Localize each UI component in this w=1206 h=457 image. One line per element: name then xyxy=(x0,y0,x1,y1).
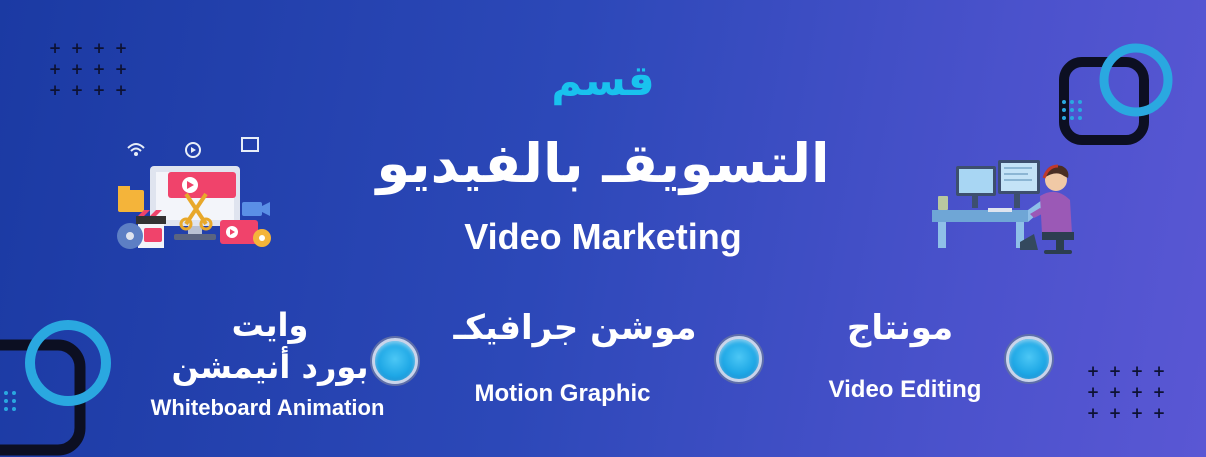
plus-icon: + xyxy=(1086,404,1100,422)
plus-icon: + xyxy=(1152,383,1166,401)
service-motion-graphic-arabic: موشن جرافيكـ xyxy=(453,308,697,348)
plus-icon: + xyxy=(1108,404,1122,422)
service-video-editing-arabic: مونتاج xyxy=(846,308,954,348)
service-video-editing-english: Video Editing xyxy=(828,376,982,403)
service-whiteboard-english: Whiteboard Animation xyxy=(150,395,385,420)
plus-icon: + xyxy=(1086,383,1100,401)
plus-icon: + xyxy=(1108,383,1122,401)
plus-icon: + xyxy=(1152,362,1166,380)
plus-grid-bottom-right: + + + + + + + + + + + + xyxy=(1082,361,1170,424)
page-title-english: Video Marketing xyxy=(464,216,742,257)
service-motion-graphic-english: Motion Graphic xyxy=(474,380,651,407)
banner: + + + + + + + + + + + + + + + + + + + + + + + + xyxy=(0,0,1206,457)
bullet-icon xyxy=(1006,336,1052,382)
section-label: قسم xyxy=(551,56,655,105)
frame-decoration-icon xyxy=(0,320,111,456)
plus-icon: + xyxy=(1130,383,1144,401)
page-title: التسويقـ بالفيديو xyxy=(376,132,830,195)
plus-icon: + xyxy=(1108,362,1122,380)
plus-icon: + xyxy=(1130,362,1144,380)
service-whiteboard-arabic-line1: وايت xyxy=(231,306,309,344)
plus-icon: + xyxy=(1130,404,1144,422)
bullet-icon xyxy=(372,338,418,384)
service-whiteboard-arabic-line2: بورد أنيمشن xyxy=(171,348,369,386)
plus-icon: + xyxy=(1086,362,1100,380)
bullet-icon xyxy=(716,336,762,382)
plus-icon: + xyxy=(1152,404,1166,422)
